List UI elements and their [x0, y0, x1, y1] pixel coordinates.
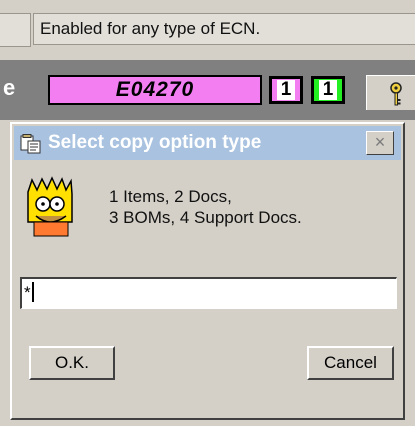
- cancel-button[interactable]: Cancel: [307, 346, 394, 380]
- ecn-count-green-value: 1: [319, 80, 337, 100]
- ecn-count-badge-pink[interactable]: 1: [269, 76, 303, 104]
- close-button[interactable]: ×: [366, 131, 394, 155]
- status-bar: Enabled for any type of ECN.: [0, 0, 415, 60]
- status-left-segment: [0, 13, 31, 47]
- ok-button[interactable]: O.K.: [29, 346, 115, 380]
- status-message: Enabled for any type of ECN.: [33, 13, 415, 45]
- dialog-message: 1 Items, 2 Docs, 3 BOMs, 4 Support Docs.: [109, 186, 302, 228]
- key-button[interactable]: [366, 75, 415, 110]
- copy-option-input[interactable]: *: [20, 277, 397, 309]
- ecn-number-field[interactable]: E04270: [48, 75, 262, 105]
- ecn-count-pink-value: 1: [277, 80, 295, 100]
- key-icon: [390, 82, 402, 106]
- ecn-partial-label: e: [3, 75, 16, 100]
- close-icon: ×: [374, 132, 386, 152]
- text-caret: [31, 282, 34, 302]
- dialog-titlebar[interactable]: Select copy option type ×: [14, 126, 401, 160]
- bart-avatar-icon: [20, 176, 80, 238]
- dialog-title: Select copy option type: [48, 132, 262, 153]
- message-line-1: 1 Items, 2 Docs,: [109, 187, 232, 206]
- message-line-2: 3 BOMs, 4 Support Docs.: [109, 208, 302, 227]
- input-value: *: [24, 283, 31, 302]
- ecn-count-badge-green[interactable]: 1: [311, 76, 345, 104]
- copy-option-dialog: Select copy option type × 1 Items, 2 Doc…: [10, 122, 405, 420]
- copy-window-icon: [20, 134, 41, 154]
